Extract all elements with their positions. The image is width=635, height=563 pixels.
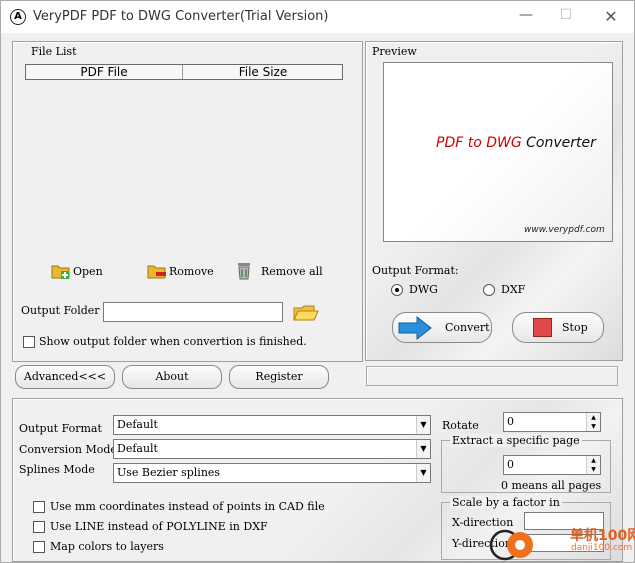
preview-brand-pdf: PDF to DWG bbox=[436, 135, 522, 151]
site-watermark: 单机100网 danji100.com bbox=[487, 523, 635, 563]
browse-folder-icon[interactable] bbox=[292, 300, 320, 322]
preview-brand-rest: Converter bbox=[521, 135, 596, 151]
trash-icon bbox=[238, 263, 250, 280]
rotate-spinner[interactable]: 0 ▲ ▼ bbox=[503, 412, 601, 432]
open-button[interactable]: Open bbox=[51, 262, 111, 282]
conversion-mode-select-value: Default bbox=[117, 442, 158, 455]
maximize-icon[interactable]: ☐ bbox=[551, 7, 581, 27]
spinner-arrows-icon[interactable]: ▲ ▼ bbox=[586, 413, 600, 431]
extract-page-note: 0 means all pages bbox=[501, 479, 602, 492]
file-list-label: File List bbox=[31, 45, 77, 58]
output-format-label: Output Format: bbox=[372, 264, 459, 277]
spinner-arrows-icon[interactable]: ▲ ▼ bbox=[586, 456, 600, 474]
mm-coordinates-label: Use mm coordinates instead of points in … bbox=[50, 500, 325, 513]
output-format-select[interactable]: Default ▼ bbox=[113, 415, 431, 435]
remove-all-button[interactable]: Remove all bbox=[235, 260, 331, 282]
advanced-button[interactable]: Advanced<<< bbox=[15, 365, 115, 389]
show-folder-checkbox[interactable] bbox=[23, 336, 35, 348]
convert-button[interactable]: Convert bbox=[392, 312, 492, 343]
close-icon[interactable]: ✕ bbox=[596, 7, 626, 27]
mm-coordinates-checkbox[interactable] bbox=[33, 501, 45, 513]
register-button[interactable]: Register bbox=[229, 365, 329, 389]
scale-factor-label: Scale by a factor in bbox=[450, 496, 562, 509]
conversion-mode-select[interactable]: Default ▼ bbox=[113, 439, 431, 459]
dwg-label: DWG bbox=[409, 283, 438, 296]
stop-square-icon bbox=[533, 318, 552, 337]
stop-button[interactable]: Stop bbox=[512, 312, 604, 343]
watermark-text-url: danji100.com bbox=[571, 543, 633, 553]
progress-bar bbox=[366, 366, 618, 386]
minimize-icon[interactable]: — bbox=[511, 7, 541, 27]
open-label: Open bbox=[73, 265, 103, 278]
app-logo-icon: A bbox=[10, 9, 26, 25]
preview-panel: Preview PDF to DWG Converter www.verypdf… bbox=[365, 41, 623, 361]
output-folder-input[interactable] bbox=[103, 302, 283, 322]
remove-folder-icon bbox=[147, 265, 166, 279]
splines-mode-select-value: Use Bezier splines bbox=[117, 466, 221, 479]
map-colors-label: Map colors to layers bbox=[50, 540, 164, 553]
chevron-down-icon[interactable]: ▼ bbox=[416, 440, 430, 458]
extract-page-value: 0 bbox=[507, 458, 514, 471]
dwg-radio[interactable] bbox=[391, 284, 403, 296]
column-file-size[interactable]: File Size bbox=[184, 65, 342, 79]
preview-image: PDF to DWG Converter www.verypdf.com bbox=[383, 62, 613, 242]
stop-label: Stop bbox=[562, 321, 588, 334]
show-folder-label: Show output folder when convertion is fi… bbox=[39, 335, 307, 348]
preview-url: www.verypdf.com bbox=[524, 225, 605, 235]
line-instead-checkbox[interactable] bbox=[33, 521, 45, 533]
file-list-header: PDF File File Size bbox=[25, 64, 343, 80]
watermark-text-cn: 单机100网 bbox=[570, 528, 635, 544]
file-list-panel: File List PDF File File Size Open Romove bbox=[12, 41, 363, 362]
map-colors-checkbox[interactable] bbox=[33, 541, 45, 553]
extract-page-group: Extract a specific page 0 ▲ ▼ 0 means all… bbox=[441, 434, 611, 493]
splines-mode-label: Splines Mode bbox=[19, 463, 95, 476]
title-bar: A VeryPDF PDF to DWG Converter(Trial Ver… bbox=[1, 1, 634, 33]
preview-brand: PDF to DWG Converter bbox=[436, 135, 596, 151]
window-title: VeryPDF PDF to DWG Converter(Trial Versi… bbox=[33, 9, 329, 24]
remove-label: Romove bbox=[169, 265, 214, 278]
watermark-logo-icon bbox=[489, 529, 533, 561]
convert-arrow-icon bbox=[398, 316, 432, 340]
convert-label: Convert bbox=[445, 321, 490, 334]
rotate-value: 0 bbox=[507, 415, 514, 428]
dxf-label: DXF bbox=[501, 283, 526, 296]
main-window: A VeryPDF PDF to DWG Converter(Trial Ver… bbox=[0, 0, 635, 563]
extract-page-spinner[interactable]: 0 ▲ ▼ bbox=[503, 455, 601, 475]
chevron-down-icon[interactable]: ▼ bbox=[416, 464, 430, 482]
output-format-select-value: Default bbox=[117, 418, 158, 431]
column-pdf-file[interactable]: PDF File bbox=[26, 65, 183, 79]
remove-all-label: Remove all bbox=[261, 265, 323, 278]
preview-label: Preview bbox=[372, 45, 417, 58]
open-folder-icon bbox=[51, 265, 70, 279]
chevron-down-icon[interactable]: ▼ bbox=[416, 416, 430, 434]
about-button[interactable]: About bbox=[122, 365, 222, 389]
rotate-label: Rotate bbox=[442, 419, 479, 432]
conversion-mode-label: Conversion Mode bbox=[19, 443, 117, 456]
output-format-option-label: Output Format bbox=[19, 422, 102, 435]
extract-page-label: Extract a specific page bbox=[450, 434, 582, 447]
splines-mode-select[interactable]: Use Bezier splines ▼ bbox=[113, 463, 431, 483]
line-instead-label: Use LINE instead of POLYLINE in DXF bbox=[50, 520, 268, 533]
dxf-radio[interactable] bbox=[483, 284, 495, 296]
remove-button[interactable]: Romove bbox=[147, 262, 217, 282]
output-folder-label: Output Folder bbox=[21, 304, 100, 317]
